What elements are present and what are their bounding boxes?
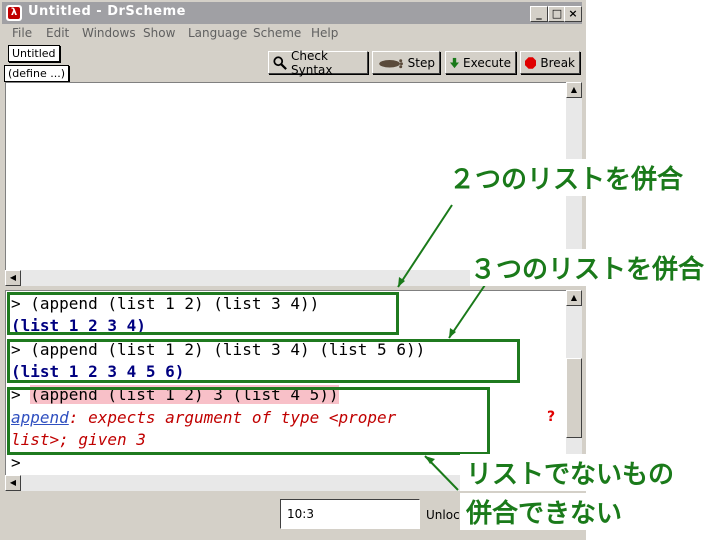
annotation-non-list-line1: リストでないもの [460,454,681,491]
annotation-non-list-line2: 併合できない [460,493,629,530]
annotation-two-lists: ２つのリストを併合 [449,159,690,196]
annotation-three-lists: ３つのリストを併合 [470,249,711,286]
